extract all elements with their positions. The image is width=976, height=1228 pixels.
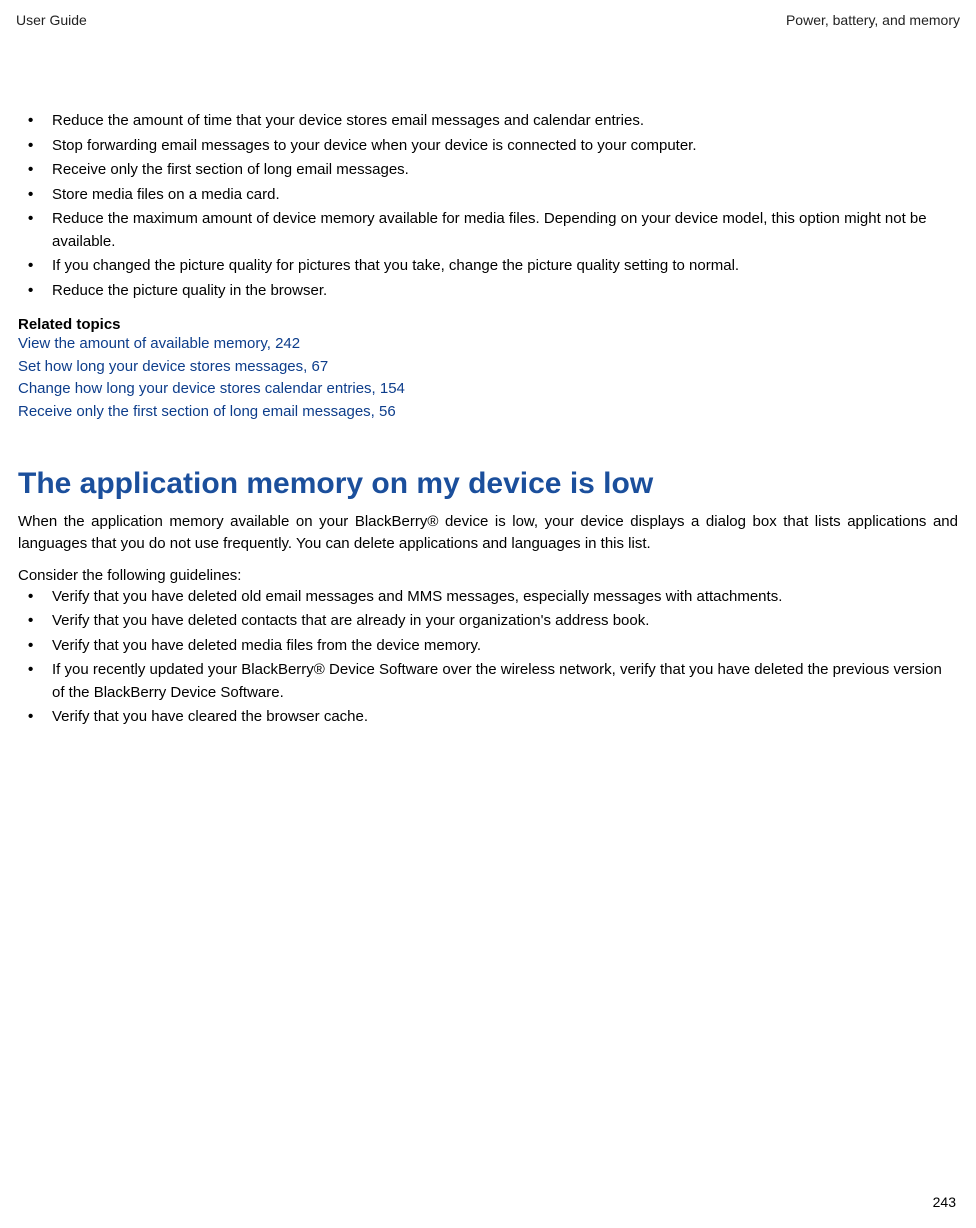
list-item: •Verify that you have deleted old email … [18,586,958,609]
bullet-icon: • [18,255,52,278]
related-link[interactable]: Change how long your device stores calen… [18,378,958,401]
guideline-text: Verify that you have deleted contacts th… [52,610,958,633]
related-link[interactable]: Set how long your device stores messages… [18,356,958,379]
guideline-text: If you recently updated your BlackBerry®… [52,659,958,704]
tip-text: Receive only the first section of long e… [52,159,958,182]
guideline-text: Verify that you have deleted media files… [52,635,958,658]
list-item: •Verify that you have deleted media file… [18,635,958,658]
bullet-icon: • [18,586,52,609]
guideline-text: Verify that you have deleted old email m… [52,586,958,609]
header-left: User Guide [16,12,87,28]
related-links: View the amount of available memory, 242… [18,333,958,423]
guidelines-list: •Verify that you have deleted old email … [18,586,958,729]
bullet-icon: • [18,610,52,633]
bullet-icon: • [18,110,52,133]
consider-text: Consider the following guidelines: [18,567,958,584]
tip-text: Reduce the amount of time that your devi… [52,110,958,133]
tip-text: Stop forwarding email messages to your d… [52,135,958,158]
list-item: •If you changed the picture quality for … [18,255,958,278]
bullet-icon: • [18,635,52,658]
bullet-icon: • [18,159,52,182]
list-item: •Receive only the first section of long … [18,159,958,182]
bullet-icon: • [18,659,52,682]
tip-text: Reduce the picture quality in the browse… [52,280,958,303]
page-number: 243 [933,1194,956,1210]
bullet-icon: • [18,706,52,729]
list-item: •Reduce the picture quality in the brows… [18,280,958,303]
tips-list: •Reduce the amount of time that your dev… [18,110,958,302]
list-item: •Reduce the amount of time that your dev… [18,110,958,133]
list-item: •Reduce the maximum amount of device mem… [18,208,958,253]
page-header: User Guide Power, battery, and memory [16,12,960,28]
list-item: •If you recently updated your BlackBerry… [18,659,958,704]
related-link[interactable]: Receive only the first section of long e… [18,401,958,424]
page-content: •Reduce the amount of time that your dev… [16,110,960,729]
tip-text: Store media files on a media card. [52,184,958,207]
bullet-icon: • [18,135,52,158]
bullet-icon: • [18,280,52,303]
related-topics-heading: Related topics [18,316,958,333]
section-title: The application memory on my device is l… [18,467,958,501]
related-link[interactable]: View the amount of available memory, 242 [18,333,958,356]
bullet-icon: • [18,208,52,231]
list-item: •Verify that you have deleted contacts t… [18,610,958,633]
tip-text: If you changed the picture quality for p… [52,255,958,278]
header-right: Power, battery, and memory [786,12,960,28]
bullet-icon: • [18,184,52,207]
tip-text: Reduce the maximum amount of device memo… [52,208,958,253]
list-item: •Verify that you have cleared the browse… [18,706,958,729]
intro-paragraph: When the application memory available on… [18,511,958,555]
guideline-text: Verify that you have cleared the browser… [52,706,958,729]
list-item: •Stop forwarding email messages to your … [18,135,958,158]
list-item: •Store media files on a media card. [18,184,958,207]
